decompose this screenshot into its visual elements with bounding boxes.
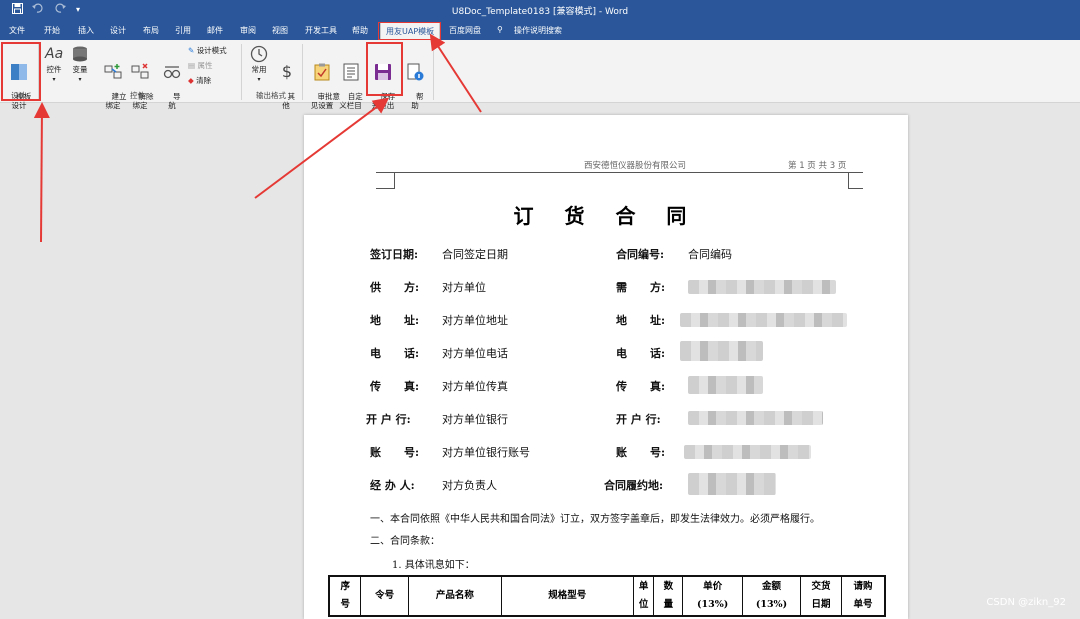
annotation-arrows [33,33,482,243]
annotation-arrow [33,102,50,243]
annotation-arrow [254,97,390,199]
annotation-arrow [429,33,482,113]
watermark: CSDN @zikn_92 [986,597,1066,608]
